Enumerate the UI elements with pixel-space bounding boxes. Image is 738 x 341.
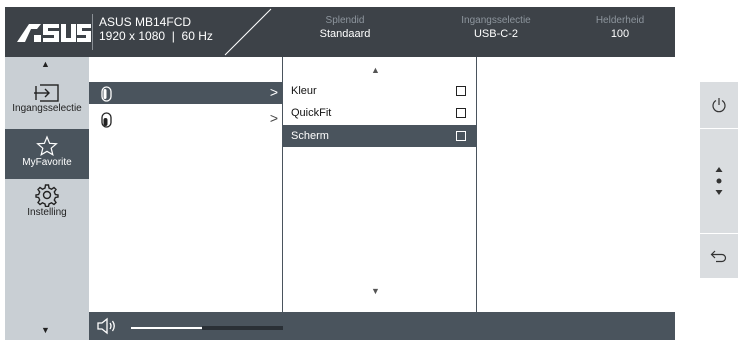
resolution-text: 1920 x 1080 bbox=[99, 29, 166, 43]
list-item-label: Scherm bbox=[291, 130, 329, 142]
power-button[interactable] bbox=[700, 82, 738, 128]
stat-splendid: Splendid Standaard bbox=[290, 15, 400, 41]
star-icon bbox=[36, 135, 58, 157]
sidebar-item-label: Instelling bbox=[27, 207, 67, 218]
sidebar-item-label: MyFavorite bbox=[22, 157, 72, 168]
main-menu-sidebar: ▲ Ingangsselectie MyFavorite Instelling … bbox=[5, 57, 89, 340]
volume-bar bbox=[89, 312, 675, 340]
submenu-column-3 bbox=[477, 57, 675, 312]
stat-label: Helderheid bbox=[595, 15, 645, 26]
volume-track[interactable] bbox=[131, 326, 283, 330]
sidebar-item-ingangsselectie[interactable]: Ingangsselectie bbox=[5, 79, 89, 123]
gear-icon bbox=[35, 184, 59, 207]
checkbox[interactable] bbox=[456, 108, 466, 118]
sidebar-item-instelling[interactable]: Instelling bbox=[5, 181, 89, 229]
list-item-label: Kleur bbox=[291, 85, 317, 97]
stat-label: Splendid bbox=[325, 15, 365, 26]
osd-menu: ASUS MB14FCD 1920 x 1080 | 60 Hz Splendi… bbox=[5, 7, 675, 340]
stat-value: Standaard bbox=[319, 28, 371, 40]
list-item-kleur[interactable]: Kleur bbox=[283, 80, 476, 102]
stat-brightness: Helderheid 100 bbox=[565, 15, 675, 41]
model-name: ASUS MB14FCD bbox=[99, 15, 192, 29]
checkbox[interactable] bbox=[456, 131, 466, 141]
navigate-button[interactable] bbox=[700, 129, 738, 233]
shortcut-item-2[interactable]: > bbox=[89, 108, 282, 130]
osd-header: ASUS MB14FCD 1920 x 1080 | 60 Hz Splendi… bbox=[5, 7, 675, 57]
list-item-quickfit[interactable]: QuickFit bbox=[283, 102, 476, 124]
header-slash bbox=[224, 8, 272, 56]
volume-fill bbox=[202, 326, 283, 330]
sidebar-item-label: Ingangsselectie bbox=[12, 103, 82, 114]
checkbox[interactable] bbox=[456, 86, 466, 96]
resolution-info: 1920 x 1080 | 60 Hz bbox=[99, 29, 213, 43]
sidebar-item-myfavorite[interactable]: MyFavorite bbox=[5, 129, 89, 179]
chevron-right-icon: > bbox=[269, 84, 278, 100]
stat-value: 100 bbox=[610, 28, 630, 40]
shortcut-switch-2-icon bbox=[101, 112, 112, 128]
stat-input: Ingangsselectie USB-C-2 bbox=[441, 15, 551, 41]
chevron-right-icon: > bbox=[269, 110, 278, 126]
input-icon bbox=[34, 84, 59, 102]
stat-label: Ingangsselectie bbox=[461, 15, 531, 26]
scroll-up-arrow-icon[interactable]: ▲ bbox=[41, 59, 50, 69]
scroll-down-arrow-icon[interactable]: ▼ bbox=[41, 325, 50, 335]
back-icon bbox=[710, 250, 727, 263]
hardware-button-strip bbox=[700, 82, 738, 278]
list-item-scherm[interactable]: Scherm bbox=[283, 125, 476, 147]
list-item-label: QuickFit bbox=[291, 107, 332, 119]
stat-value: USB-C-2 bbox=[473, 28, 518, 40]
shortcut-switch-1-icon bbox=[101, 86, 112, 102]
shortcut-item-1[interactable]: > bbox=[89, 82, 282, 104]
power-icon bbox=[712, 98, 726, 113]
speaker-icon bbox=[97, 317, 115, 335]
back-button[interactable] bbox=[700, 234, 738, 278]
scroll-up-arrow-icon[interactable]: ▲ bbox=[371, 65, 380, 75]
submenu-column-1: > > bbox=[89, 57, 283, 312]
navigate-icon bbox=[715, 167, 723, 195]
submenu-column-2: ▲ Kleur QuickFit Scherm ▼ bbox=[283, 57, 477, 312]
header-divider bbox=[92, 14, 93, 50]
asus-logo bbox=[17, 24, 91, 42]
scroll-down-arrow-icon[interactable]: ▼ bbox=[371, 286, 380, 296]
refresh-text: 60 Hz bbox=[181, 29, 213, 43]
